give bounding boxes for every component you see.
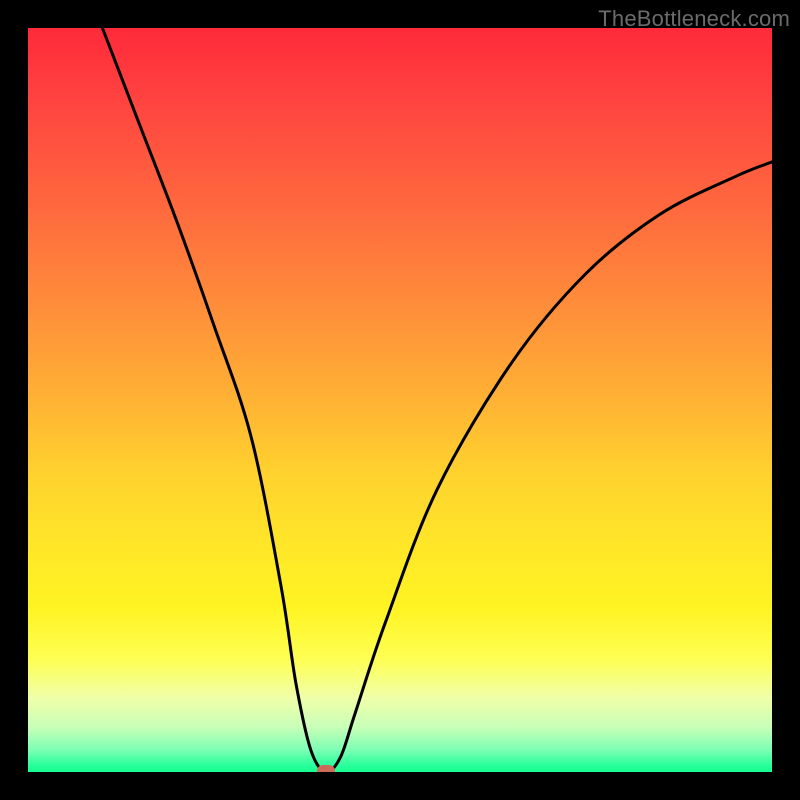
optimum-marker xyxy=(317,765,335,772)
chart-frame: TheBottleneck.com xyxy=(0,0,800,800)
bottleneck-curve xyxy=(28,28,772,772)
plot-area xyxy=(28,28,772,772)
